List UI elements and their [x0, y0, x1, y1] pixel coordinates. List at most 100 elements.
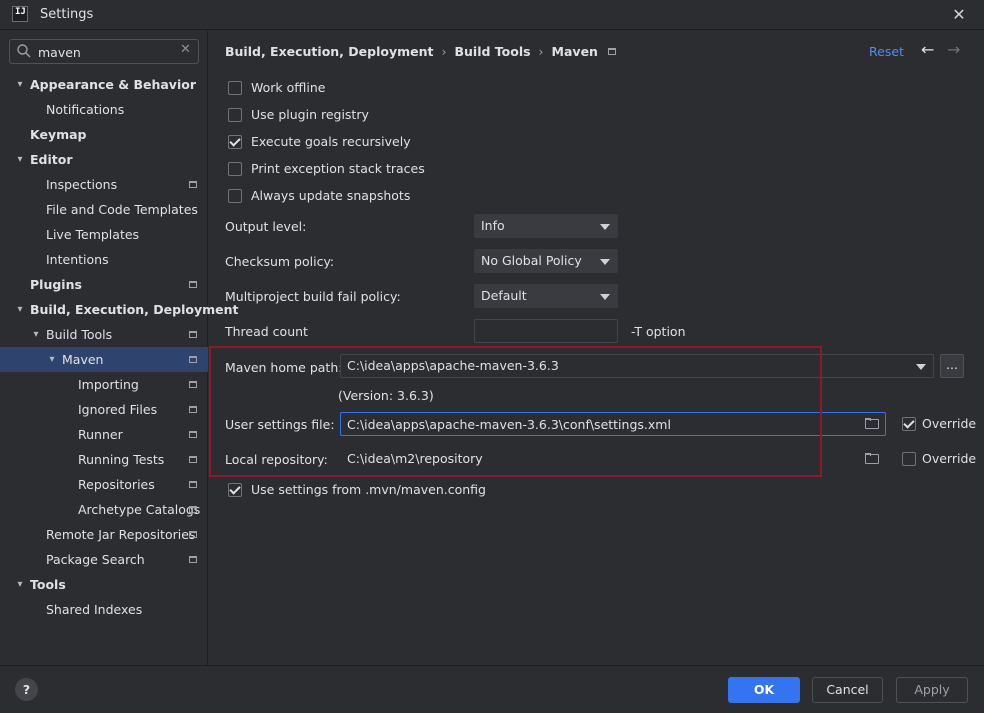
tree-item[interactable]: Keymap — [0, 122, 208, 147]
tree-item-label: Live Templates — [46, 227, 140, 242]
checkbox-label: Use settings from .mvn/maven.config — [251, 482, 486, 497]
tree-item[interactable]: Running Tests — [0, 447, 208, 472]
checkbox-box[interactable] — [228, 108, 242, 122]
tree-item[interactable]: File and Code Templates — [0, 197, 208, 222]
multiproject-fail-policy-label: Multiproject build fail policy: — [225, 289, 401, 304]
tree-item-label: File and Code Templates — [46, 202, 198, 217]
checkbox-box[interactable] — [902, 417, 916, 431]
folder-icon[interactable] — [865, 418, 879, 429]
project-level-icon — [189, 556, 197, 563]
dropdown-arrow-icon — [916, 364, 926, 370]
content-header: Build, Execution, Deployment › Build Tools… — [209, 31, 984, 75]
tree-item-label: Intentions — [46, 252, 109, 267]
chevron-down-icon[interactable]: ▾ — [14, 147, 26, 172]
breadcrumb-current: Maven — [551, 44, 598, 59]
tree-item[interactable]: ▾ Editor — [0, 147, 208, 172]
breadcrumb-item[interactable]: Build Tools — [454, 44, 530, 59]
project-level-icon — [189, 456, 197, 463]
chevron-down-icon[interactable]: ▾ — [46, 347, 58, 372]
tree-item[interactable]: Importing — [0, 372, 208, 397]
checkbox-box[interactable] — [228, 483, 242, 497]
browse-maven-home-button[interactable]: ... — [940, 354, 964, 378]
tree-item[interactable]: Shared Indexes — [0, 597, 208, 622]
project-level-icon — [189, 281, 197, 288]
tree-item[interactable]: ▾ Maven — [0, 347, 208, 372]
maven-version-text: (Version: 3.6.3) — [338, 388, 434, 403]
checkbox-label: Execute goals recursively — [251, 134, 411, 149]
tree-item[interactable]: Intentions — [0, 247, 208, 272]
user-settings-label: User settings file: — [225, 417, 335, 432]
breadcrumb-item[interactable]: Build, Execution, Deployment — [225, 44, 433, 59]
tree-item-label: Editor — [30, 152, 73, 167]
tree-item[interactable]: Repositories — [0, 472, 208, 497]
window-title: Settings — [40, 7, 94, 22]
maven-home-dropdown[interactable]: C:\idea\apps\apache-maven-3.6.3 — [340, 354, 934, 378]
tree-item-label: Tools — [30, 577, 66, 592]
dropdown-arrow-icon — [600, 294, 610, 300]
dropdown-arrow-icon — [600, 259, 610, 265]
checkbox-label: Always update snapshots — [251, 188, 411, 203]
help-button[interactable]: ? — [15, 678, 38, 701]
checkbox-box[interactable] — [228, 189, 242, 203]
tree-item[interactable]: Package Search — [0, 547, 208, 572]
dropdown-value: Info — [481, 218, 505, 233]
tree-item[interactable]: Archetype Catalogs — [0, 497, 208, 522]
project-level-icon — [189, 356, 197, 363]
chevron-down-icon[interactable]: ▾ — [14, 572, 26, 597]
chevron-down-icon[interactable]: ▾ — [30, 322, 42, 347]
project-level-icon — [189, 506, 197, 513]
local-repository-field[interactable]: C:\idea\m2\repository — [340, 447, 886, 471]
user-settings-input[interactable] — [340, 412, 886, 436]
tree-item-label: Build, Execution, Deployment — [30, 302, 239, 317]
project-level-icon — [189, 381, 197, 388]
cancel-button[interactable]: Cancel — [812, 677, 883, 703]
folder-icon[interactable] — [865, 453, 879, 464]
tree-item[interactable]: Remote Jar Repositories — [0, 522, 208, 547]
breadcrumb: Build, Execution, Deployment › Build Tools… — [225, 44, 616, 59]
search-box[interactable]: ✕ — [9, 39, 199, 64]
search-input[interactable] — [38, 43, 178, 61]
ok-button[interactable]: OK — [728, 677, 800, 703]
checkbox-box[interactable] — [902, 452, 916, 466]
thread-count-input[interactable] — [474, 319, 618, 343]
breadcrumb-separator: › — [441, 44, 447, 59]
tree-item-label: Running Tests — [78, 452, 165, 467]
multiproject-fail-policy-dropdown[interactable]: Default — [474, 284, 618, 308]
project-level-icon — [189, 531, 197, 538]
checkbox-box[interactable] — [228, 135, 242, 149]
back-arrow-icon[interactable]: ← — [921, 40, 934, 59]
tree-item[interactable]: ▾ Build, Execution, Deployment — [0, 297, 238, 322]
tree-item[interactable]: Inspections — [0, 172, 208, 197]
checkbox-box[interactable] — [228, 162, 242, 176]
output-level-dropdown[interactable]: Info — [474, 214, 618, 238]
tree-item-label: Notifications — [46, 102, 125, 117]
project-level-icon — [189, 181, 197, 188]
tree-item[interactable]: Plugins — [0, 272, 208, 297]
tree-item-label: Importing — [78, 377, 139, 392]
thread-count-label: Thread count — [225, 324, 308, 339]
tree-item[interactable]: Runner — [0, 422, 208, 447]
tree-item[interactable]: Notifications — [0, 97, 208, 122]
tree-item[interactable]: Ignored Files — [0, 397, 208, 422]
tree-item[interactable]: Live Templates — [0, 222, 208, 247]
apply-button[interactable]: Apply — [896, 677, 968, 703]
close-icon[interactable]: ✕ — [950, 6, 968, 24]
tree-item-label: Runner — [78, 427, 123, 442]
dropdown-arrow-icon — [600, 224, 610, 230]
checkbox-box[interactable] — [228, 81, 242, 95]
checksum-policy-dropdown[interactable]: No Global Policy — [474, 249, 618, 273]
search-icon — [17, 44, 31, 58]
chevron-down-icon[interactable]: ▾ — [14, 72, 26, 97]
maven-home-label: Maven home path: — [225, 360, 343, 375]
chevron-down-icon[interactable]: ▾ — [14, 297, 26, 322]
settings-sidebar: ✕ ▾ Appearance & Behavior Notifications Key… — [0, 31, 238, 665]
tree-item[interactable]: ▾ Tools — [0, 572, 208, 597]
reset-link[interactable]: Reset — [869, 44, 904, 59]
tree-item-label: Shared Indexes — [46, 602, 143, 617]
tree-item[interactable]: ▾ Build Tools — [0, 322, 208, 347]
forward-arrow-icon: → — [947, 40, 961, 59]
tree-item[interactable]: ▾ Appearance & Behavior — [0, 72, 208, 97]
project-level-icon — [189, 481, 197, 488]
tree-item-label: Maven — [62, 352, 104, 367]
clear-search-icon[interactable]: ✕ — [180, 42, 191, 57]
